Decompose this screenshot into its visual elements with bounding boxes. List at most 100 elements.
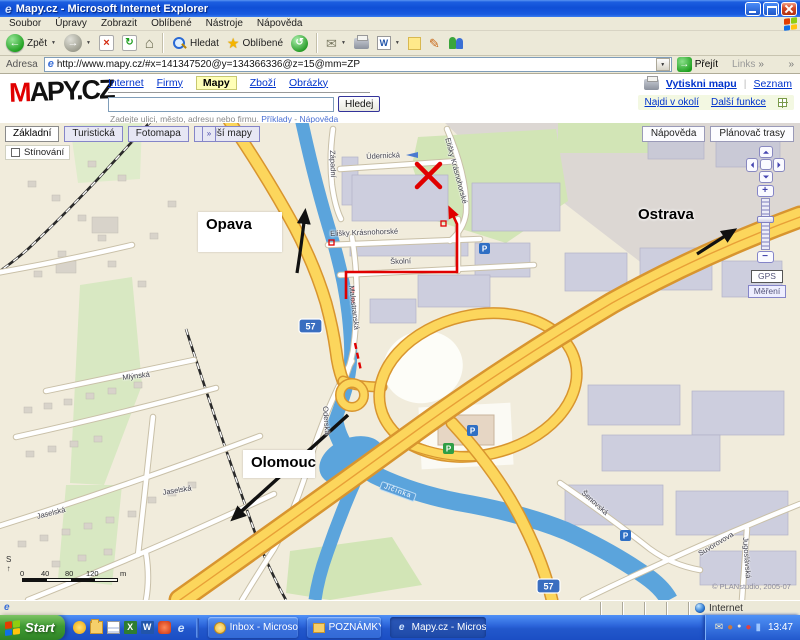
tab-turisticka[interactable]: Turistická: [64, 126, 122, 142]
notes-button[interactable]: [405, 36, 424, 51]
search-button[interactable]: Hledat: [169, 35, 222, 52]
find-nearby-link[interactable]: Najdi v okolí: [645, 97, 699, 108]
menu-item[interactable]: Nápověda: [250, 18, 310, 29]
links-chevron-icon[interactable]: »: [758, 59, 764, 70]
zoom-slider-track[interactable]: [761, 198, 770, 250]
minimize-button[interactable]: [745, 2, 761, 16]
pan-control: [746, 146, 786, 184]
tab-zakladni[interactable]: Základní: [5, 126, 59, 142]
ie-quicklaunch-icon[interactable]: e: [175, 621, 188, 634]
north-arrow-icon: ↑: [6, 565, 11, 574]
back-dropdown-icon[interactable]: ▼: [51, 40, 56, 46]
maximize-button[interactable]: [763, 2, 779, 16]
nav-link[interactable]: Zboží: [250, 77, 276, 89]
mail-dropdown-icon[interactable]: ▼: [341, 40, 346, 46]
go-button[interactable]: → Přejít: [677, 57, 718, 72]
volume-tray-icon[interactable]: ●: [737, 623, 741, 633]
route-planner-button[interactable]: Plánovač trasy: [710, 126, 794, 142]
pan-center-button[interactable]: [760, 159, 772, 170]
mail-button[interactable]: ✉ ▼: [323, 36, 349, 51]
forward-dropdown-icon[interactable]: ▼: [86, 40, 91, 46]
status-page-icon: e: [4, 603, 10, 613]
messenger-icon: [448, 36, 464, 50]
history-button[interactable]: ↺: [288, 34, 311, 53]
nav-link[interactable]: Obrázky: [289, 77, 328, 89]
pan-right-button[interactable]: [773, 158, 785, 172]
close-button[interactable]: [781, 2, 797, 16]
document-icon[interactable]: [107, 621, 120, 634]
title-bar[interactable]: e Mapy.cz - Microsoft Internet Explorer: [0, 0, 800, 17]
street-label-oderska: Oderská: [322, 406, 331, 435]
alert-tray-icon[interactable]: ●: [745, 623, 751, 633]
taskbar: Start XWe Inbox - Microsoft Out... POZNÁ…: [0, 615, 800, 640]
seznam-link[interactable]: Seznam: [753, 78, 792, 90]
mapy-logo[interactable]: MAPY.CZ: [9, 76, 114, 107]
zoom-slider-handle[interactable]: [757, 216, 774, 223]
back-button[interactable]: ← Zpět ▼: [3, 33, 59, 53]
menu-item[interactable]: Soubor: [2, 18, 48, 29]
zoom-out-button[interactable]: −: [757, 251, 774, 263]
pan-up-button[interactable]: [759, 146, 773, 158]
edit-with-word-button[interactable]: W ▼: [374, 35, 403, 51]
nav-link[interactable]: Mapy: [196, 76, 237, 90]
messenger-button[interactable]: [445, 35, 467, 51]
more-maps-chevron-icon[interactable]: »: [202, 126, 216, 142]
mail-tray-icon[interactable]: ✉: [715, 623, 723, 633]
discuss-button[interactable]: ✎: [426, 36, 443, 51]
shading-label: Stínování: [24, 147, 64, 158]
address-label: Adresa: [3, 59, 44, 70]
map-layer-tabs: ZákladníTuristickáFotomapaDalší mapy: [5, 126, 265, 142]
map-canvas[interactable]: 57 57 P P P P: [0, 123, 800, 600]
task-icon: [313, 623, 325, 633]
media-player-icon[interactable]: [158, 621, 171, 634]
search-submit-button[interactable]: Hledej: [338, 96, 380, 112]
task-icon: e: [396, 622, 408, 634]
print-icon: [354, 38, 369, 49]
messenger-icon[interactable]: [73, 621, 86, 634]
word-dropdown-icon[interactable]: ▼: [395, 40, 400, 46]
shading-checkbox[interactable]: [11, 148, 20, 157]
task-button-poznamky[interactable]: POZNÁMKY: [307, 617, 381, 638]
menu-item[interactable]: Úpravy: [48, 18, 94, 29]
nav-link[interactable]: Firmy: [157, 77, 183, 89]
pan-left-button[interactable]: [746, 158, 758, 172]
menu-item[interactable]: Nástroje: [199, 18, 250, 29]
map-search-input[interactable]: [108, 97, 334, 112]
address-input[interactable]: [57, 59, 653, 70]
more-functions-link[interactable]: Další funkce: [711, 97, 766, 108]
nav-link[interactable]: Internet: [108, 77, 144, 89]
security-zone: Internet: [688, 602, 800, 615]
print-map-link[interactable]: Vytiskni mapu: [666, 78, 737, 90]
folder-icon[interactable]: [90, 621, 103, 634]
measure-button[interactable]: Měření: [748, 285, 786, 298]
map-help-button[interactable]: Nápověda: [642, 126, 706, 142]
excel-icon[interactable]: X: [124, 621, 137, 634]
refresh-button[interactable]: ↻: [119, 34, 140, 52]
toolbar-overflow-chevron-icon[interactable]: »: [788, 59, 794, 70]
stop-button[interactable]: ×: [96, 34, 117, 52]
map-viewport[interactable]: 57 57 P P P P: [0, 123, 800, 600]
menu-item[interactable]: Oblíbené: [144, 18, 199, 29]
address-dropdown-icon[interactable]: ▼: [656, 58, 670, 71]
start-button[interactable]: Start: [0, 615, 65, 640]
gps-button[interactable]: GPS: [751, 270, 783, 283]
task-button-mapy[interactable]: e Mapy.cz - Microsoft I...: [390, 617, 486, 638]
menu-item[interactable]: Zobrazit: [94, 18, 144, 29]
site-nav: Internet Firmy Mapy Zboží Obrázky: [108, 76, 370, 93]
task-button-outlook[interactable]: Inbox - Microsoft Out...: [208, 617, 298, 638]
network-tray-icon[interactable]: ▮: [755, 623, 761, 633]
home-button[interactable]: ⌂: [142, 35, 157, 52]
print-map-icon: [644, 79, 659, 90]
links-toolbar[interactable]: Links »: [732, 59, 764, 70]
zoom-in-button[interactable]: +: [757, 185, 774, 197]
tab-fotomapa[interactable]: Fotomapa: [128, 126, 189, 142]
pan-down-button[interactable]: [759, 171, 773, 183]
print-button[interactable]: [351, 37, 372, 50]
forward-button[interactable]: → ▼: [61, 33, 94, 53]
word-icon[interactable]: W: [141, 621, 154, 634]
quick-launch: XWe: [73, 621, 188, 634]
favorites-button[interactable]: ★ Oblíbené: [224, 35, 286, 51]
system-tray: ✉●●●▮ 13:47: [705, 615, 800, 640]
status-pane: [622, 602, 644, 615]
antivirus-tray-icon[interactable]: ●: [727, 623, 733, 633]
